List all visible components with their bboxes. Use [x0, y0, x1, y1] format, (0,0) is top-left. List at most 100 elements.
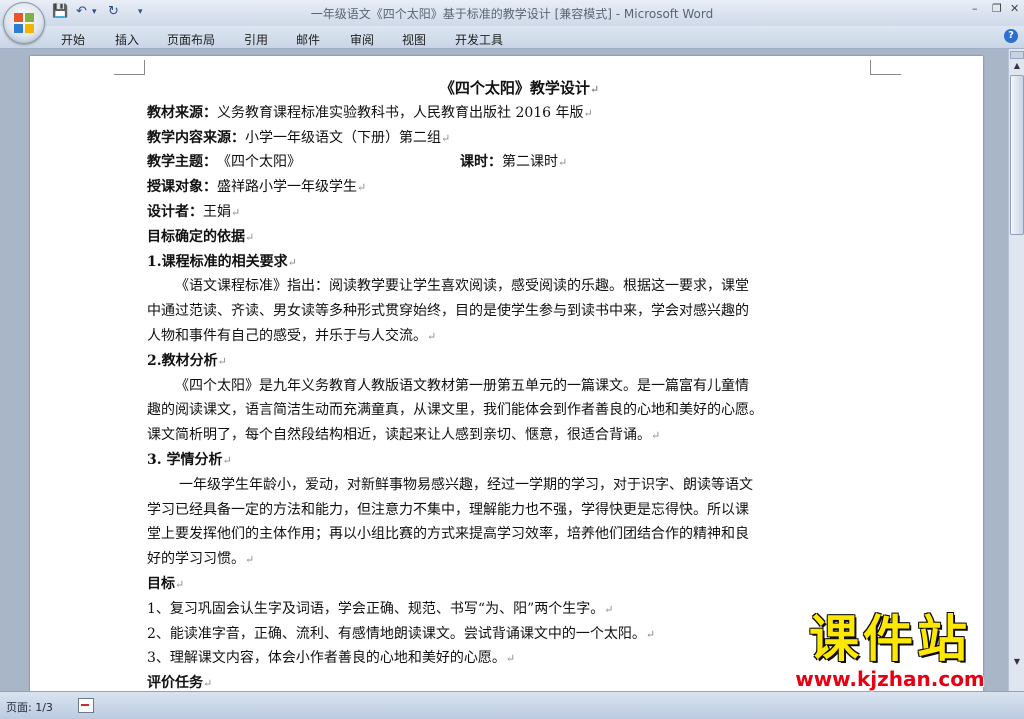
paragraph-text: 一年级学生年龄小，爱动，对新鲜事物易感兴趣，经过一学期的学习，对于识字、朗读等语…: [179, 476, 753, 493]
document-line[interactable]: 授课对象：盛祥路小学一年级学生↵: [147, 175, 892, 200]
paragraph-mark-icon: ↵: [441, 131, 451, 145]
document-line[interactable]: 教学主题：《四个太阳》 课时：第二课时↵: [147, 150, 892, 175]
document-line[interactable]: 中通过范读、齐读、男女读等多种形式贯穿始终，目的是使学生参与到读书中来，学会对感…: [147, 299, 892, 324]
paragraph-mark-icon: ↵: [505, 652, 516, 666]
document-line[interactable]: 目标↵: [147, 572, 892, 597]
scroll-thumb[interactable]: [1010, 75, 1024, 235]
paragraph-mark-icon: ↵: [175, 577, 185, 591]
view-ruler-button[interactable]: [1010, 51, 1024, 59]
paragraph-text: 《语文课程标准》指出：阅读教学要让学生喜欢阅读，感受阅读的乐趣。根据这一要求，课…: [175, 278, 749, 295]
field-label: 教学主题：: [147, 154, 217, 171]
tab-home[interactable]: 开始: [61, 31, 85, 48]
section-heading: 2.教材分析: [147, 352, 218, 369]
section-heading: 3. 学情分析: [147, 451, 223, 468]
paragraph-mark-icon: ↵: [231, 205, 241, 219]
document-line[interactable]: 教材来源：义务教育课程标准实验教科书，人民教育出版社 2016 年版↵: [147, 101, 892, 126]
scroll-up-arrow-icon[interactable]: ▲: [1010, 59, 1024, 73]
tab-mailings[interactable]: 邮件: [296, 31, 320, 48]
tab-review[interactable]: 审阅: [350, 31, 374, 48]
close-button[interactable]: ✕: [1010, 2, 1019, 15]
paragraph-text: 趣的阅读课文，语言简洁生动而充满童真，从课文里，我们能体会到作者善良的心地和美好…: [147, 402, 763, 419]
document-body[interactable]: 《四个太阳》教学设计↵ 教材来源：义务教育课程标准实验教科书，人民教育出版社 20…: [147, 76, 892, 691]
paragraph-mark-icon: ↵: [589, 83, 600, 96]
document-line[interactable]: 1.课程标准的相关要求↵: [147, 250, 892, 275]
document-line[interactable]: 好的学习习惯。↵: [147, 547, 892, 572]
document-line[interactable]: 趣的阅读课文，语言简洁生动而充满童真，从课文里，我们能体会到作者善良的心地和美好…: [147, 398, 892, 423]
section-heading: 目标确定的依据: [147, 228, 245, 245]
document-line[interactable]: 《四个太阳》是九年义务教育人教版语文教材第一册第五单元的一篇课文。是一篇富有儿童…: [147, 374, 892, 399]
paragraph-mark-icon: ↵: [583, 106, 593, 120]
paragraph-text: 1、复习巩固会认生字及词语，学会正确、规范、书写“为、阳”两个生字。: [147, 600, 605, 617]
field-label: 授课对象：: [147, 179, 217, 196]
paragraph-text: 人物和事件有自己的感受，并乐于与人交流。: [147, 327, 427, 344]
paragraph-text: 好的学习习惯。: [147, 551, 245, 568]
tab-references[interactable]: 引用: [244, 31, 268, 48]
field-value: 第二课时: [502, 154, 558, 171]
office-button[interactable]: [3, 2, 45, 44]
paragraph-mark-icon: ↵: [651, 429, 661, 443]
paragraph-mark-icon: ↵: [558, 156, 568, 170]
field-label: 教材来源：: [147, 104, 217, 121]
paragraph-text: 3、理解课文内容，体会小作者善良的心地和美好的心愿。: [147, 650, 506, 667]
paragraph-mark-icon: ↵: [357, 181, 367, 195]
paragraph-text: 《四个太阳》是九年义务教育人教版语文教材第一册第五单元的一篇课文。是一篇富有儿童…: [175, 377, 749, 394]
office-logo-icon: [14, 13, 34, 33]
field-label: 教学内容来源：: [147, 129, 245, 146]
paragraph-mark-icon: ↵: [217, 354, 227, 368]
document-line[interactable]: 《四个太阳》教学设计↵: [147, 76, 892, 101]
document-line[interactable]: 目标确定的依据↵: [147, 225, 892, 250]
margin-corner-left: [114, 60, 145, 75]
tab-view[interactable]: 视图: [402, 31, 426, 48]
paragraph-mark-icon: ↵: [245, 230, 255, 244]
watermark-text: 课件站: [809, 610, 971, 668]
paragraph-text: 课文简析明了，每个自然段结构相近，读起来让人感到亲切、惬意，很适合背诵。: [147, 427, 651, 444]
document-line[interactable]: 《语文课程标准》指出：阅读教学要让学生喜欢阅读，感受阅读的乐趣。根据这一要求，课…: [147, 274, 892, 299]
help-icon[interactable]: ?: [1004, 29, 1018, 43]
paragraph-text: 2、能读准字音，正确、流利、有感情地朗读课文。尝试背诵课文中的一个太阳。: [147, 625, 646, 642]
title-bar: 💾 ↶ ▾ ↻ ▾ 一年级语文《四个太阳》基于标准的教学设计 [兼容模式] - …: [0, 0, 1024, 27]
paragraph-mark-icon: ↵: [222, 453, 232, 467]
paragraph-mark-icon: ↵: [604, 602, 614, 616]
paragraph-mark-icon: ↵: [645, 627, 656, 641]
document-line[interactable]: 3. 学情分析↵: [147, 448, 892, 473]
tab-insert[interactable]: 插入: [115, 31, 139, 48]
minimize-button[interactable]: –: [972, 2, 978, 15]
document-line[interactable]: 堂上要发挥他们的主体作用；再以小组比赛的方式来提高学习效率，培养他们团结合作的精…: [147, 522, 892, 547]
paragraph-mark-icon: ↵: [245, 553, 255, 567]
paragraph-mark-icon: ↵: [427, 329, 437, 343]
margin-corner-right: [870, 60, 901, 75]
document-line[interactable]: 2.教材分析↵: [147, 349, 892, 374]
tab-developer[interactable]: 开发工具: [455, 31, 503, 48]
document-line[interactable]: 教学内容来源：小学一年级语文（下册）第二组↵: [147, 126, 892, 151]
document-line[interactable]: 课文简析明了，每个自然段结构相近，读起来让人感到亲切、惬意，很适合背诵。↵: [147, 423, 892, 448]
field-label: 课时：: [460, 154, 502, 171]
window-title: 一年级语文《四个太阳》基于标准的教学设计 [兼容模式] - Microsoft …: [310, 7, 714, 21]
tab-page-layout[interactable]: 页面布局: [167, 31, 215, 48]
field-value: 义务教育课程标准实验教科书，人民教育出版社 2016 年版: [217, 104, 584, 121]
document-line[interactable]: 人物和事件有自己的感受，并乐于与人交流。↵: [147, 324, 892, 349]
document-title: 《四个太阳》教学设计: [439, 79, 590, 97]
scroll-down-arrow-icon[interactable]: ▼: [1010, 655, 1024, 669]
restore-button[interactable]: ❐: [992, 2, 1002, 15]
field-value: 小学一年级语文（下册）第二组: [245, 129, 441, 146]
field-value: 盛祥路小学一年级学生: [217, 179, 357, 196]
document-line[interactable]: 一年级学生年龄小，爱动，对新鲜事物易感兴趣，经过一学期的学习，对于识字、朗读等语…: [147, 473, 892, 498]
field-value: 《四个太阳》: [217, 154, 301, 171]
section-heading: 评价任务: [147, 675, 203, 691]
watermark-url: www.kjzhan.com: [795, 667, 985, 691]
vertical-scrollbar[interactable]: ▲ ▼: [1008, 49, 1024, 691]
section-heading: 1.课程标准的相关要求: [147, 253, 288, 270]
paragraph-text: 中通过范读、齐读、男女读等多种形式贯穿始终，目的是使学生参与到读书中来，学会对感…: [147, 303, 749, 320]
proofing-icon[interactable]: [78, 698, 94, 713]
page-indicator[interactable]: 页面: 1/3: [6, 699, 53, 715]
paragraph-text: 堂上要发挥他们的主体作用；再以小组比赛的方式来提高学习效率，培养他们团结合作的精…: [147, 526, 749, 543]
document-line[interactable]: 学习已经具备一定的方法和能力，但注意力不集中，理解能力也不强，学得快更是忘得快。…: [147, 498, 892, 523]
paragraph-mark-icon: ↵: [203, 677, 213, 691]
document-page[interactable]: 《四个太阳》教学设计↵ 教材来源：义务教育课程标准实验教科书，人民教育出版社 20…: [30, 56, 983, 691]
document-line[interactable]: 设计者：王娟↵: [147, 200, 892, 225]
section-heading: 目标: [147, 575, 175, 592]
paragraph-mark-icon: ↵: [287, 255, 297, 269]
paragraph-text: 学习已经具备一定的方法和能力，但注意力不集中，理解能力也不强，学得快更是忘得快。…: [147, 501, 749, 518]
ribbon-tab-bar: 开始 插入 页面布局 引用 邮件 审阅 视图 开发工具 ?: [0, 26, 1024, 49]
field-value: 王娟: [203, 203, 231, 220]
